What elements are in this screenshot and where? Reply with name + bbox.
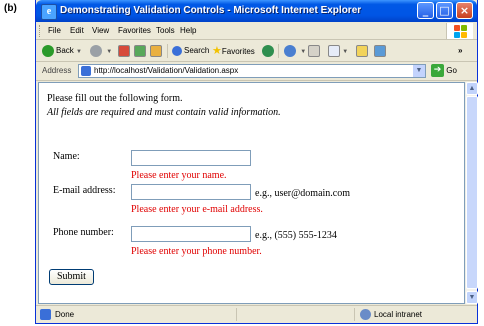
- maximize-button[interactable]: □: [436, 2, 453, 19]
- windows-logo-icon: [446, 23, 473, 39]
- history-icon: [262, 44, 274, 57]
- phone-error: Please enter your phone number.: [131, 246, 262, 257]
- scroll-down-icon[interactable]: ▼: [466, 291, 478, 304]
- status-bar: Done Local intranet: [36, 305, 477, 323]
- refresh-icon: [134, 44, 146, 57]
- home-button[interactable]: [150, 43, 162, 59]
- messenger-button[interactable]: [374, 43, 386, 59]
- search-button[interactable]: Search: [172, 43, 209, 59]
- email-label: E-mail address:: [53, 185, 116, 196]
- name-field[interactable]: [131, 150, 251, 166]
- discuss-button[interactable]: [356, 43, 368, 59]
- forward-button[interactable]: ▼: [90, 43, 112, 59]
- vertical-scrollbar[interactable]: ▲ ▼: [465, 82, 478, 304]
- refresh-button[interactable]: [134, 43, 146, 59]
- print-button[interactable]: [308, 43, 320, 59]
- status-pane-divider: [354, 308, 355, 321]
- name-error: Please enter your name.: [131, 170, 227, 181]
- search-icon: [172, 45, 182, 56]
- star-icon: ★: [212, 45, 222, 57]
- page-icon: [81, 66, 91, 76]
- mail-button[interactable]: ▼: [284, 43, 306, 59]
- back-arrow-icon: [42, 44, 54, 57]
- form-intro: Please fill out the following form.: [47, 93, 183, 104]
- menu-edit[interactable]: Edit: [70, 26, 84, 35]
- edit-button[interactable]: ▼: [328, 43, 348, 59]
- submit-button[interactable]: Submit: [49, 269, 94, 285]
- back-dropdown-icon[interactable]: ▼: [76, 49, 82, 55]
- menu-view[interactable]: View: [92, 26, 109, 35]
- ie-icon: e: [41, 4, 57, 20]
- favorites-label: Favorites: [221, 47, 255, 56]
- edit-dropdown-icon[interactable]: ▼: [342, 49, 348, 55]
- name-label: Name:: [53, 151, 80, 162]
- address-label: Address: [42, 66, 72, 75]
- back-button[interactable]: Back ▼: [42, 43, 82, 59]
- back-label: Back: [56, 46, 74, 55]
- search-label: Search: [184, 46, 210, 55]
- page-done-icon: [40, 309, 51, 320]
- forward-arrow-icon: [90, 44, 102, 57]
- menu-favorites[interactable]: Favorites: [118, 26, 151, 35]
- phone-hint: e.g., (555) 555-1234: [255, 230, 337, 241]
- mail-dropdown-icon[interactable]: ▼: [300, 49, 306, 55]
- toolbar-overflow[interactable]: »: [458, 43, 462, 59]
- phone-field[interactable]: [131, 226, 251, 242]
- forward-dropdown-icon[interactable]: ▼: [106, 49, 112, 55]
- messenger-icon: [374, 44, 386, 57]
- email-field[interactable]: [131, 184, 251, 200]
- title-bar[interactable]: e Demonstrating Validation Controls - Mi…: [36, 0, 477, 22]
- browser-window: e Demonstrating Validation Controls - Mi…: [35, 0, 478, 324]
- print-icon: [308, 44, 320, 57]
- window-title: Demonstrating Validation Controls - Micr…: [60, 5, 362, 16]
- security-zone: Local intranet: [374, 310, 423, 319]
- address-bar: Address http://localhost/Validation/Vali…: [36, 62, 477, 81]
- email-error: Please enter your e-mail address.: [131, 204, 263, 215]
- scroll-up-icon[interactable]: ▲: [466, 82, 478, 95]
- home-icon: [150, 44, 162, 57]
- figure-label: (b): [4, 3, 17, 14]
- minimize-button[interactable]: _: [417, 2, 434, 19]
- stop-button[interactable]: [118, 43, 130, 59]
- menu-file[interactable]: File: [48, 26, 61, 35]
- toolbar-separator: [278, 44, 279, 58]
- stop-icon: [118, 44, 130, 57]
- menu-help[interactable]: Help: [180, 26, 196, 35]
- page-content: Please fill out the following form. All …: [38, 82, 465, 304]
- folder-icon: [356, 44, 368, 57]
- history-button[interactable]: [262, 43, 276, 59]
- menu-bar: File Edit View Favorites Tools Help: [36, 22, 477, 40]
- status-text: Done: [55, 310, 75, 319]
- form-instructions: All fields are required and must contain…: [47, 107, 281, 118]
- address-url[interactable]: http://localhost/Validation/Validation.a…: [94, 66, 238, 75]
- mail-icon: [284, 44, 296, 57]
- toolbar-separator: [167, 44, 168, 58]
- go-button[interactable]: ➔ Go: [431, 64, 457, 78]
- phone-label: Phone number:: [53, 227, 114, 238]
- close-button[interactable]: ×: [456, 2, 473, 19]
- menu-tools[interactable]: Tools: [156, 26, 175, 35]
- go-arrow-icon: ➔: [431, 64, 444, 78]
- toolbar: Back ▼ ▼ Search ★Favorites ▼ ▼ »: [36, 40, 477, 62]
- favorites-button[interactable]: ★Favorites: [212, 43, 255, 59]
- scroll-thumb[interactable]: [466, 96, 478, 289]
- word-icon: [328, 44, 340, 57]
- address-dropdown-icon[interactable]: ▼: [413, 65, 425, 77]
- address-input[interactable]: http://localhost/Validation/Validation.a…: [78, 64, 426, 78]
- intranet-zone-icon: [360, 309, 371, 320]
- email-hint: e.g., user@domain.com: [255, 188, 351, 199]
- status-pane-divider: [236, 308, 237, 321]
- go-label: Go: [446, 66, 457, 75]
- menubar-grip: [39, 25, 43, 37]
